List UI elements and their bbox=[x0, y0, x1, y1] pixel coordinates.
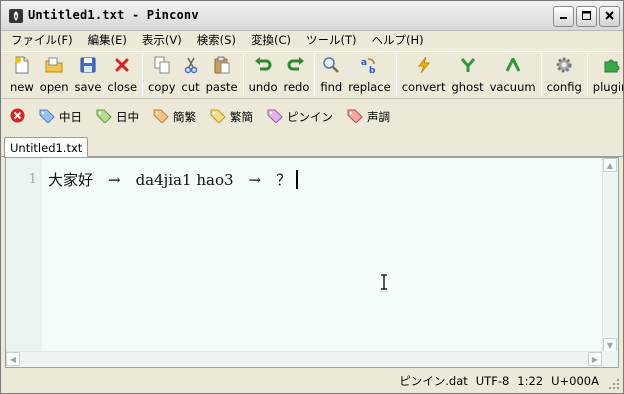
svg-text:b: b bbox=[369, 66, 376, 74]
folder-open-icon bbox=[44, 55, 64, 75]
vacuum-icon bbox=[503, 55, 523, 75]
pinconv-app-icon[interactable] bbox=[8, 8, 24, 24]
scroll-up-arrow-icon[interactable]: ▲ bbox=[603, 158, 617, 172]
resize-grip-icon[interactable] bbox=[608, 378, 620, 390]
scroll-left-arrow-icon[interactable]: ◀ bbox=[6, 352, 20, 366]
editor-text: 大家好 → da4jia1 hao3 → ？ bbox=[48, 171, 292, 189]
clipboard-icon bbox=[212, 55, 232, 75]
toolbar-separator bbox=[142, 54, 144, 96]
ghost-icon bbox=[458, 55, 478, 75]
puzzle-piece-icon bbox=[601, 55, 621, 75]
copy-button[interactable]: copy bbox=[145, 52, 178, 98]
title-bar[interactable]: Untitled1.txt - Pinconv bbox=[1, 1, 623, 31]
text-caret bbox=[296, 170, 299, 189]
menu-bar: ファイル(F) 編集(E) 表示(V) 検索(S) 変換(C) ツール(T) ヘ… bbox=[1, 31, 623, 50]
scroll-right-arrow-icon[interactable]: ▶ bbox=[588, 352, 602, 366]
toolbar-separator bbox=[540, 54, 542, 96]
line-number-gutter: 1 bbox=[6, 158, 42, 352]
copy-icon bbox=[152, 55, 172, 75]
config-button[interactable]: config bbox=[544, 52, 585, 98]
tag-traditional-simplified[interactable]: 繁簡 bbox=[210, 109, 253, 126]
minimize-button[interactable] bbox=[553, 6, 574, 27]
redo-button[interactable]: redo bbox=[280, 52, 312, 98]
replace-button[interactable]: ab replace bbox=[345, 52, 394, 98]
paste-button[interactable]: paste bbox=[203, 52, 241, 98]
toolbar-separator bbox=[395, 54, 397, 96]
clear-tags-button[interactable] bbox=[10, 108, 25, 126]
maximize-icon bbox=[581, 10, 592, 24]
new-file-icon bbox=[12, 55, 32, 75]
status-encoding: UTF-8 bbox=[475, 374, 510, 388]
convert-button[interactable]: convert bbox=[399, 52, 449, 98]
undo-arrow-icon bbox=[253, 55, 273, 75]
red-tag-icon bbox=[347, 109, 363, 126]
toolbar-separator bbox=[242, 54, 244, 96]
undo-button[interactable]: undo bbox=[246, 52, 281, 98]
tag-pinyin[interactable]: ピンイン bbox=[267, 109, 333, 126]
green-tag-icon bbox=[96, 109, 112, 126]
cut-button[interactable]: cut bbox=[179, 52, 203, 98]
vertical-scrollbar[interactable]: ▲ ▼ bbox=[602, 158, 618, 352]
tag-ja-zh[interactable]: 日中 bbox=[96, 109, 139, 126]
menu-tools[interactable]: ツール(T) bbox=[298, 31, 364, 50]
minimize-icon bbox=[558, 10, 569, 24]
scroll-down-arrow-icon[interactable]: ▼ bbox=[603, 338, 617, 352]
line-number: 1 bbox=[28, 172, 37, 187]
i-beam-cursor-icon bbox=[380, 274, 388, 293]
conversion-tag-bar: 中日 日中 簡繁 繁簡 ピンイン 声調 bbox=[1, 105, 623, 129]
magnifier-icon bbox=[321, 55, 341, 75]
document-tabs: Untitled1.txt bbox=[1, 135, 623, 158]
plugin-button[interactable]: plugin bbox=[590, 52, 623, 98]
vacuum-button[interactable]: vacuum bbox=[487, 52, 539, 98]
status-cursor-position: 1:22 bbox=[517, 374, 544, 388]
close-file-button[interactable]: close bbox=[104, 52, 140, 98]
tab-untitled1[interactable]: Untitled1.txt bbox=[4, 137, 89, 158]
menu-view[interactable]: 表示(V) bbox=[134, 31, 189, 50]
gear-icon bbox=[554, 55, 574, 75]
scroll-corner bbox=[602, 351, 618, 367]
menu-edit[interactable]: 編集(E) bbox=[80, 31, 134, 50]
menu-file[interactable]: ファイル(F) bbox=[3, 31, 80, 50]
status-char-code: U+000A bbox=[551, 374, 599, 388]
toolbar: new open save close copy cut paste undo … bbox=[1, 51, 623, 99]
toolbar-separator bbox=[314, 54, 316, 96]
find-button[interactable]: find bbox=[317, 52, 345, 98]
redo-arrow-icon bbox=[286, 55, 306, 75]
status-dictionary: ピンイン.dat bbox=[399, 374, 468, 388]
window-close-button[interactable] bbox=[599, 6, 620, 27]
replace-ab-icon: ab bbox=[359, 55, 379, 75]
lightning-icon bbox=[414, 55, 434, 75]
status-bar: ピンイン.dat UTF-8 1:22 U+000A bbox=[1, 369, 623, 393]
tag-simplified-traditional[interactable]: 簡繁 bbox=[153, 109, 196, 126]
orange-tag-icon bbox=[153, 109, 169, 126]
window-title: Untitled1.txt - Pinconv bbox=[28, 8, 199, 22]
tag-tone[interactable]: 声調 bbox=[347, 109, 390, 126]
open-button[interactable]: open bbox=[37, 52, 72, 98]
save-button[interactable]: save bbox=[71, 52, 104, 98]
menu-search[interactable]: 検索(S) bbox=[189, 31, 243, 50]
maximize-button[interactable] bbox=[576, 6, 597, 27]
scissors-icon bbox=[181, 55, 201, 75]
horizontal-scrollbar[interactable]: ◀ ▶ bbox=[6, 351, 602, 367]
new-button[interactable]: new bbox=[7, 52, 37, 98]
purple-tag-icon bbox=[267, 109, 283, 126]
red-circle-x-icon bbox=[10, 108, 25, 126]
app-window: Untitled1.txt - Pinconv ファイル(F) 編集(E) 表示… bbox=[0, 0, 624, 394]
tag-zh-ja[interactable]: 中日 bbox=[39, 109, 82, 126]
ghost-button[interactable]: ghost bbox=[448, 52, 486, 98]
blue-tag-icon bbox=[39, 109, 55, 126]
red-x-icon bbox=[112, 55, 132, 75]
yellow-tag-icon bbox=[210, 109, 226, 126]
menu-convert[interactable]: 変換(C) bbox=[243, 31, 298, 50]
svg-text:a: a bbox=[361, 58, 367, 68]
toolbar-separator bbox=[586, 54, 588, 96]
close-x-icon bbox=[604, 10, 615, 24]
menu-help[interactable]: ヘルプ(H) bbox=[363, 31, 430, 50]
editor-line[interactable]: 大家好 → da4jia1 hao3 → ？ bbox=[48, 169, 299, 190]
text-editor[interactable]: 1 大家好 → da4jia1 hao3 → ？ ▲ ▼ ◀ ▶ bbox=[5, 157, 619, 368]
floppy-disk-icon bbox=[78, 55, 98, 75]
